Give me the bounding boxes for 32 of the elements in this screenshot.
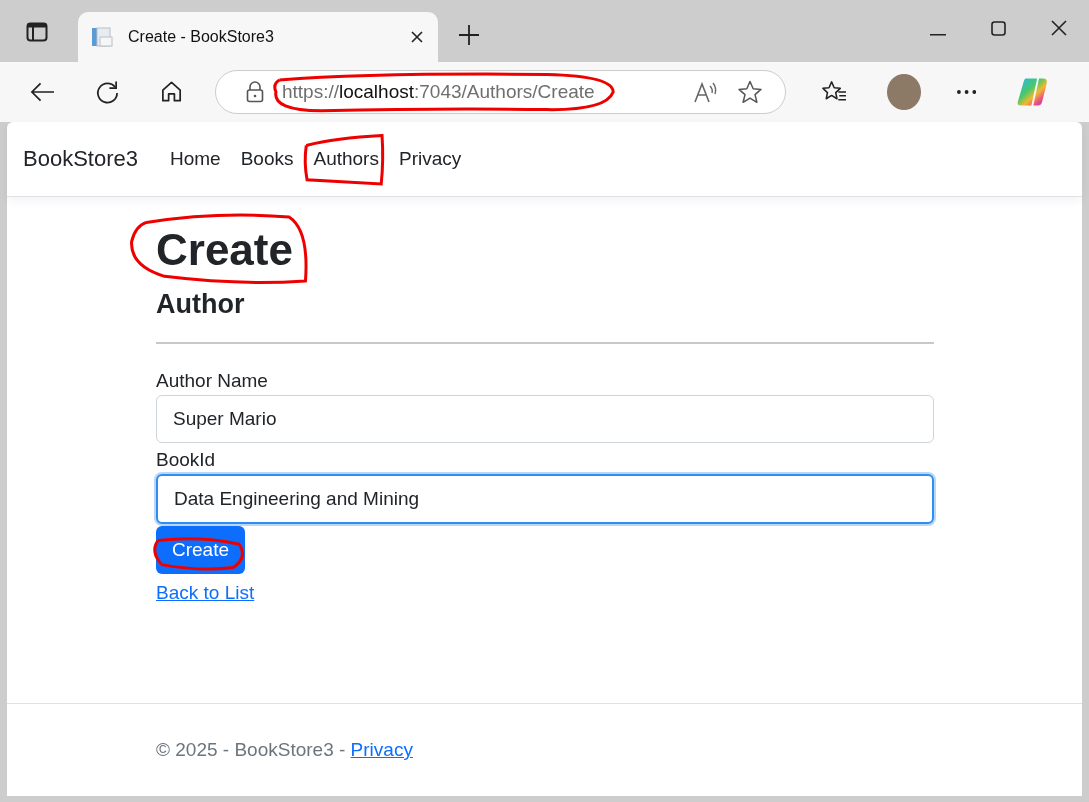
footer-text: © 2025 - BookStore3 - [156,739,347,761]
nav-link[interactable]: Books [240,144,294,174]
url-text: https://localhost:7043/Authors/Create [282,81,595,103]
star-icon[interactable] [736,80,763,104]
sidebar-panel-icon[interactable] [26,22,48,42]
page-icon [90,25,114,49]
page-title: Create [156,225,293,275]
read-aloud-icon[interactable] [692,81,719,103]
lock-icon [246,81,264,103]
nav-link[interactable]: Home [169,144,221,174]
back-arrow-icon[interactable] [30,81,55,103]
brand-link[interactable]: BookStore3 [23,146,138,172]
field-label: Author Name [156,370,268,392]
privacy-link[interactable]: Privacy [350,739,413,761]
input-field[interactable]: Data Engineering and Mining [156,474,934,524]
field-label: BookId [156,449,216,471]
profile-avatar[interactable] [886,74,922,110]
nav-link[interactable]: Privacy [398,144,462,174]
refresh-icon[interactable] [94,79,120,105]
close-icon[interactable] [410,30,424,44]
minimize-icon[interactable] [930,34,946,36]
home-icon[interactable] [159,80,183,104]
new-tab-icon[interactable] [458,24,480,46]
back-link[interactable]: Back to List [156,582,255,603]
input-field[interactable]: Super Mario [156,395,934,443]
page-subtitle: Author [156,289,245,320]
maximize-icon[interactable] [991,21,1006,36]
address-bar[interactable]: https://localhost:7043/Authors/Create [215,70,786,114]
more-options-icon[interactable] [957,90,977,94]
close-icon[interactable] [1051,20,1067,36]
tab-title: Create - BookStore3 [128,28,275,46]
browser-tab[interactable]: Create - BookStore3 [78,12,438,62]
